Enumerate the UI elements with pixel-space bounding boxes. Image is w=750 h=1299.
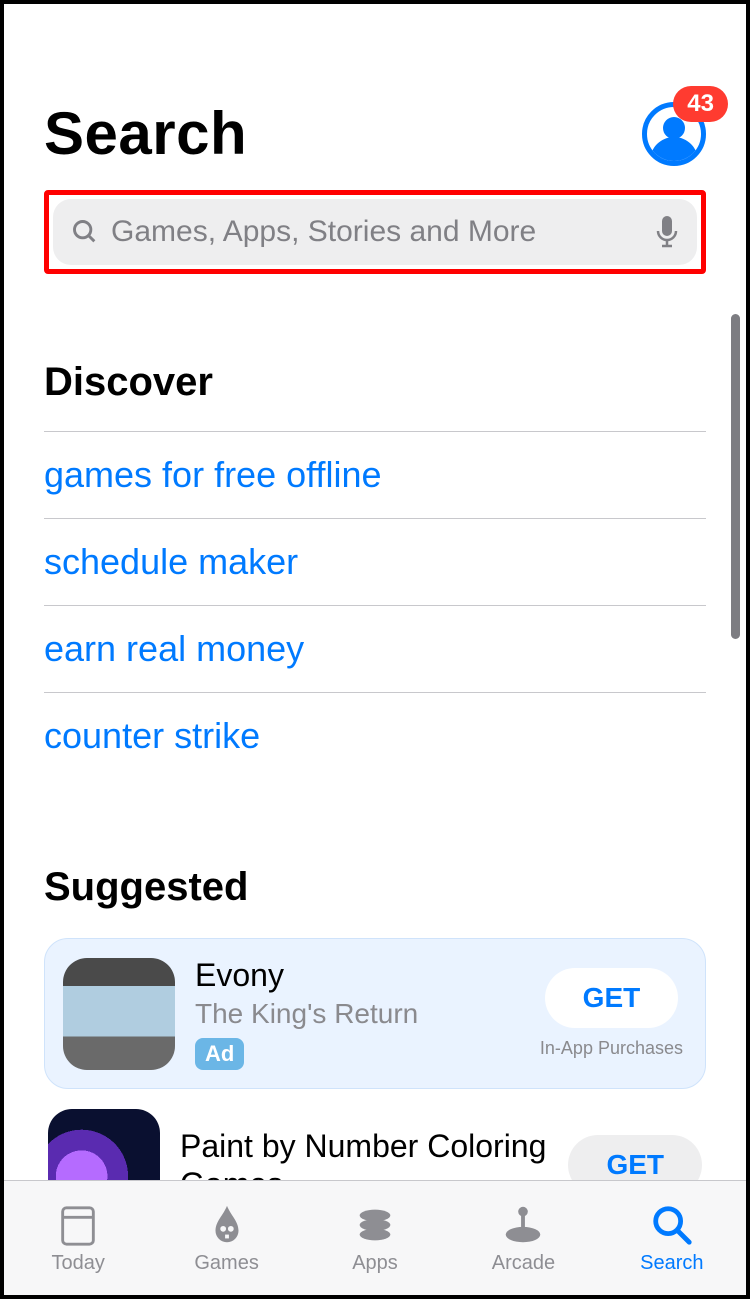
- discover-item[interactable]: games for free offline: [44, 432, 706, 518]
- tab-arcade[interactable]: Arcade: [449, 1181, 597, 1295]
- app-name: Evony: [195, 957, 540, 994]
- scroll-indicator[interactable]: [731, 314, 740, 639]
- games-icon: [204, 1202, 250, 1248]
- notification-badge: 43: [673, 86, 728, 122]
- in-app-purchases-label: In-App Purchases: [540, 1038, 683, 1059]
- tab-today[interactable]: Today: [4, 1181, 152, 1295]
- tab-label: Search: [640, 1252, 703, 1275]
- app-icon: [63, 958, 175, 1070]
- tab-apps[interactable]: Apps: [301, 1181, 449, 1295]
- discover-heading: Discover: [44, 360, 706, 405]
- discover-item[interactable]: schedule maker: [44, 519, 706, 605]
- get-button[interactable]: GET: [545, 968, 679, 1028]
- tab-search[interactable]: Search: [598, 1181, 746, 1295]
- suggested-heading: Suggested: [44, 865, 706, 910]
- search-icon: [71, 218, 99, 246]
- search-input[interactable]: Games, Apps, Stories and More: [53, 199, 697, 265]
- search-highlight-frame: Games, Apps, Stories and More: [44, 190, 706, 274]
- app-name: Paint by Number Coloring Games: [180, 1127, 568, 1180]
- tab-label: Apps: [352, 1252, 398, 1275]
- app-icon: [48, 1109, 160, 1180]
- page-title: Search: [44, 99, 247, 168]
- ad-badge: Ad: [195, 1038, 244, 1070]
- account-button[interactable]: 43: [642, 102, 706, 166]
- tab-label: Today: [52, 1252, 105, 1275]
- tab-bar: Today Games Apps Arcade Search: [4, 1180, 746, 1295]
- today-icon: [55, 1202, 101, 1248]
- microphone-icon[interactable]: [655, 216, 679, 248]
- discover-item[interactable]: earn real money: [44, 606, 706, 692]
- suggested-app-row[interactable]: Paint by Number Coloring Games GET: [44, 1109, 706, 1180]
- arcade-icon: [500, 1202, 546, 1248]
- suggested-app-card[interactable]: Evony The King's Return Ad GET In-App Pu…: [44, 938, 706, 1089]
- search-placeholder: Games, Apps, Stories and More: [111, 215, 655, 249]
- get-button[interactable]: GET: [568, 1135, 702, 1180]
- tab-label: Games: [194, 1252, 258, 1275]
- discover-item[interactable]: counter strike: [44, 693, 706, 779]
- tab-games[interactable]: Games: [152, 1181, 300, 1295]
- tab-label: Arcade: [492, 1252, 555, 1275]
- app-subtitle: The King's Return: [195, 998, 540, 1030]
- search-icon: [649, 1202, 695, 1248]
- apps-icon: [352, 1202, 398, 1248]
